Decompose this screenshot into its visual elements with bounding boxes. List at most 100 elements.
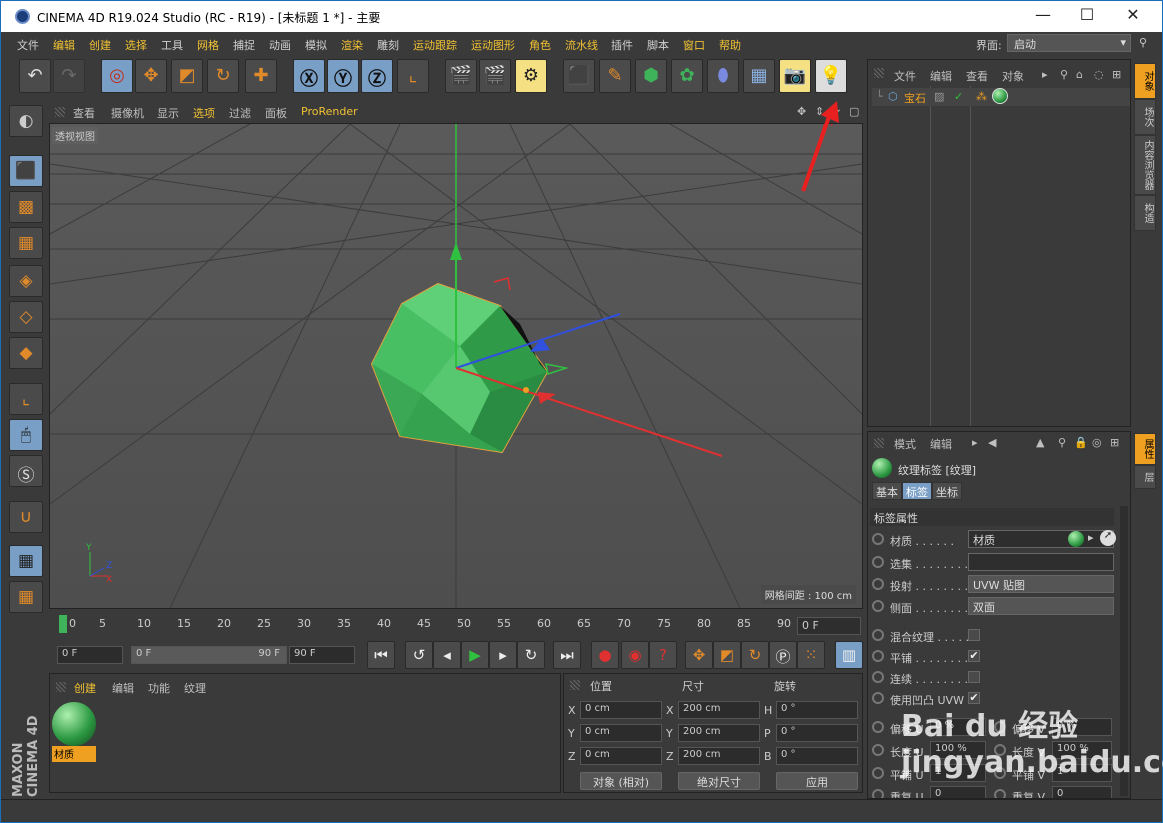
tab-coordinates[interactable]: 坐标 <box>932 482 962 500</box>
menu-create[interactable]: 创建 <box>89 37 111 53</box>
viewport-menu-display[interactable]: 显示 <box>157 105 179 121</box>
workplane-mode-button[interactable]: ▦ <box>9 227 43 259</box>
projection-dropdown[interactable]: UVW 贴图 <box>968 575 1114 593</box>
menu-sculpt[interactable]: 雕刻 <box>377 37 399 53</box>
close-button[interactable]: ✕ <box>1113 5 1153 27</box>
menu-tools[interactable]: 工具 <box>161 37 183 53</box>
minimize-button[interactable]: — <box>1023 5 1063 27</box>
rotation-b-field[interactable]: 0 ° <box>776 747 858 765</box>
camera-button[interactable]: 📷 <box>779 59 811 93</box>
selection-link-field[interactable] <box>968 553 1114 571</box>
menu-more-icon[interactable]: ▸ <box>1042 68 1048 81</box>
key-position-button[interactable]: ✥ <box>685 641 713 669</box>
menu-mograph[interactable]: 运动图形 <box>471 37 515 53</box>
animate-radio[interactable] <box>872 671 884 683</box>
menu-script[interactable]: 脚本 <box>647 37 669 53</box>
tab-content-browser[interactable]: 内容浏览器 <box>1134 135 1156 195</box>
deformer-button[interactable]: ⬮ <box>707 59 739 93</box>
rotation-h-field[interactable]: 0 ° <box>776 701 858 719</box>
animate-radio[interactable] <box>872 600 884 612</box>
menu-mesh[interactable]: 网格 <box>197 37 219 53</box>
transform-tool-button[interactable]: ✚ <box>245 59 277 93</box>
menu-select[interactable]: 选择 <box>125 37 147 53</box>
perspective-viewport[interactable]: Y Z X 透视视图 网格间距 : 100 cm <box>49 123 863 609</box>
menu-help[interactable]: 帮助 <box>719 37 741 53</box>
rotation-p-field[interactable]: 0 ° <box>776 724 858 742</box>
tab-basic[interactable]: 基本 <box>872 482 902 500</box>
key-parameter-button[interactable]: Ⓟ <box>769 641 797 669</box>
search-icon[interactable]: ⚲ <box>1060 68 1068 81</box>
attribute-menu-edit[interactable]: 编辑 <box>930 436 952 452</box>
target-icon[interactable]: ◎ <box>1092 436 1102 449</box>
current-frame-field[interactable]: 0 F <box>797 617 861 635</box>
menu-animate[interactable]: 动画 <box>269 37 291 53</box>
animate-radio[interactable] <box>872 789 884 798</box>
menu-pipeline[interactable]: 流水线 <box>565 37 598 53</box>
scale-tool-button[interactable]: ◩ <box>171 59 203 93</box>
key-point-level-button[interactable]: ⁙ <box>797 641 825 669</box>
tab-takes[interactable]: 场次 <box>1134 99 1156 135</box>
next-key-button[interactable]: ↻ <box>517 641 545 669</box>
menu-render[interactable]: 渲染 <box>341 37 363 53</box>
object-menu-view[interactable]: 查看 <box>966 68 988 84</box>
tweak-mode-button[interactable]: 🖱 <box>9 419 43 451</box>
texture-mode-button[interactable]: ▩ <box>9 191 43 223</box>
axis-mode-button[interactable]: ⌞ <box>9 383 43 415</box>
menu-window[interactable]: 窗口 <box>683 37 705 53</box>
live-selection-button[interactable]: ◎ <box>101 59 133 93</box>
mix-textures-checkbox[interactable] <box>968 629 980 641</box>
seamless-checkbox[interactable] <box>968 671 980 683</box>
tab-tag[interactable]: 标签 <box>902 482 932 500</box>
solo-mode-button[interactable]: Ⓢ <box>9 455 43 487</box>
pick-object-icon[interactable]: ➚ <box>1100 530 1116 546</box>
tab-structure[interactable]: 构造 <box>1134 195 1156 231</box>
animate-radio[interactable] <box>872 533 884 545</box>
play-button[interactable]: ▶ <box>461 641 489 669</box>
go-to-start-button[interactable]: ⏮ <box>367 641 395 669</box>
new-panel-icon[interactable]: ⊞ <box>1112 68 1121 81</box>
move-tool-button[interactable]: ✥ <box>135 59 167 93</box>
undo-button[interactable]: ↶ <box>19 59 51 93</box>
menu-motion-tracking[interactable]: 运动跟踪 <box>413 37 457 53</box>
new-panel-icon[interactable]: ⊞ <box>1110 436 1119 449</box>
animate-radio[interactable] <box>872 556 884 568</box>
texture-tag-icon[interactable] <box>992 88 1008 104</box>
tab-objects[interactable]: 对象 <box>1134 63 1156 99</box>
planar-workplane-button[interactable]: ▦ <box>9 581 43 613</box>
animate-radio[interactable] <box>872 629 884 641</box>
cube-primitive-button[interactable]: ⬛ <box>563 59 595 93</box>
previous-key-button[interactable]: ↺ <box>405 641 433 669</box>
collapse-icon[interactable]: ◌ <box>1094 68 1104 81</box>
object-menu-file[interactable]: 文件 <box>894 68 916 84</box>
layer-icon[interactable]: ▨ <box>934 90 944 103</box>
z-axis-lock-button[interactable]: Ⓩ <box>361 59 393 93</box>
material-menu-texture[interactable]: 纹理 <box>184 680 206 696</box>
end-frame-field[interactable]: 90 F <box>289 646 355 664</box>
coordinate-system-button[interactable]: ⌞ <box>397 59 429 93</box>
viewport-menu-prorender[interactable]: ProRender <box>301 105 358 118</box>
side-dropdown[interactable]: 双面 <box>968 597 1114 615</box>
key-help-button[interactable]: ? <box>649 641 677 669</box>
timeline-button[interactable]: ▥ <box>835 641 863 669</box>
position-z-field[interactable]: 0 cm <box>580 747 662 765</box>
make-editable-button[interactable]: ◐ <box>9 105 43 137</box>
link-menu-icon[interactable]: ▸ <box>1088 531 1094 544</box>
position-x-field[interactable]: 0 cm <box>580 701 662 719</box>
viewport-menu-view[interactable]: 查看 <box>73 105 95 121</box>
workplane-lock-button[interactable]: ▦ <box>9 545 43 577</box>
animate-radio[interactable] <box>872 578 884 590</box>
auto-key-button[interactable]: ◉ <box>621 641 649 669</box>
next-frame-button[interactable]: ▸ <box>489 641 517 669</box>
y-axis-lock-button[interactable]: Ⓨ <box>327 59 359 93</box>
pen-tool-button[interactable]: ✎ <box>599 59 631 93</box>
size-z-field[interactable]: 200 cm <box>678 747 760 765</box>
key-scale-button[interactable]: ◩ <box>713 641 741 669</box>
size-mode-dropdown[interactable]: 绝对尺寸 <box>678 772 760 790</box>
object-menu-edit[interactable]: 编辑 <box>930 68 952 84</box>
go-to-end-button[interactable]: ⏭ <box>553 641 581 669</box>
lock-icon[interactable]: 🔒 <box>1074 436 1088 449</box>
redo-button[interactable]: ↷ <box>53 59 85 93</box>
render-to-picture-viewer-button[interactable]: 🎬 <box>479 59 511 93</box>
animate-radio[interactable] <box>872 744 884 756</box>
menu-simulate[interactable]: 模拟 <box>305 37 327 53</box>
